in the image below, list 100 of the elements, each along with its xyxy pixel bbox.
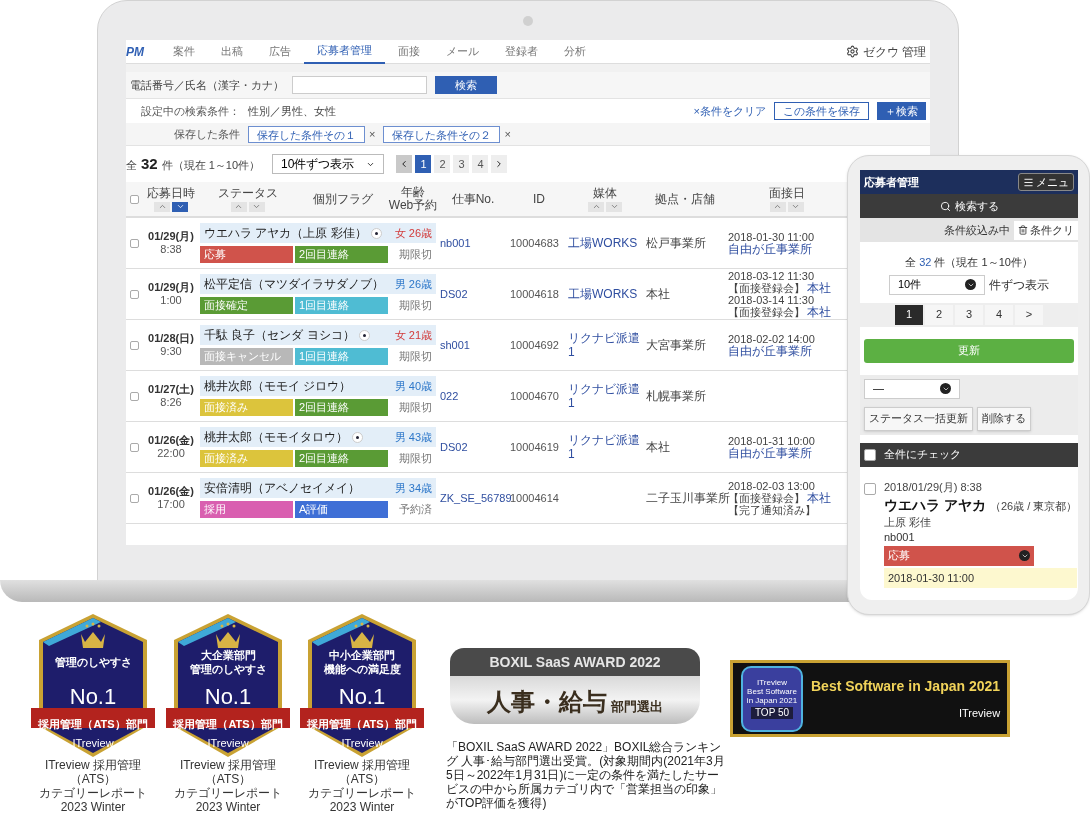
page-button[interactable]: 2: [925, 304, 953, 325]
saved-condition-chip[interactable]: 保存した条件その２: [383, 125, 501, 143]
page-button[interactable]: 3: [955, 304, 983, 325]
media-link[interactable]: 工場WORKS: [568, 287, 642, 301]
entry-name[interactable]: ウエハラ アヤカ: [884, 495, 986, 516]
applicant-name[interactable]: 桃井太郎（モモイタロウ）: [204, 428, 348, 446]
checkbox[interactable]: [129, 289, 139, 299]
column-header: 媒体: [593, 186, 617, 200]
nav-tab[interactable]: 広告: [256, 40, 304, 64]
applied-time: 1:00: [160, 294, 182, 307]
applicant-name[interactable]: 安倍清明（アベノセイメイ）: [204, 479, 360, 497]
badge-title: Best Software in Japan 2021: [745, 687, 799, 705]
clear-filter-button[interactable]: 条件クリ: [1014, 220, 1078, 240]
media-link[interactable]: リクナビ派遣1: [568, 433, 642, 461]
checkbox[interactable]: [129, 238, 139, 248]
interview-place-link[interactable]: 本社: [807, 282, 831, 294]
next-page-button[interactable]: [491, 155, 508, 173]
sort-ascending-button[interactable]: [769, 201, 786, 212]
checkbox[interactable]: [864, 448, 876, 461]
applied-time: 8:38: [160, 243, 182, 256]
sort-descending-button[interactable]: [606, 201, 622, 212]
status-tag[interactable]: A評価: [295, 501, 388, 518]
clear-conditions-link[interactable]: ×条件をクリア: [693, 102, 766, 120]
applicant-name[interactable]: 松平定信（マツダイラサダノブ）: [204, 275, 384, 293]
bulk-status-select[interactable]: —: [864, 378, 960, 399]
save-condition-button[interactable]: この条件を保存: [774, 102, 869, 120]
checkbox[interactable]: [864, 482, 876, 495]
status-tag[interactable]: 応募: [200, 246, 293, 263]
nav-tab[interactable]: 出稿: [208, 40, 256, 64]
interview-place-link[interactable]: 自由が丘事業所: [728, 345, 812, 357]
badge-title: 管理のしやすさ: [54, 655, 132, 669]
field-label: 設定中の検索条件：: [140, 103, 240, 119]
page-button[interactable]: 2: [434, 155, 451, 173]
web-reservation-status: 期限切: [398, 400, 433, 416]
page-button[interactable]: 4: [985, 304, 1013, 325]
saved-condition-chip[interactable]: 保存した条件その１: [248, 125, 365, 143]
remove-chip-button[interactable]: ×: [504, 125, 511, 143]
interview-place-link[interactable]: 本社: [807, 492, 831, 504]
nav-tab[interactable]: 登録者: [492, 40, 551, 64]
media-link[interactable]: リクナビ派遣1: [568, 331, 642, 359]
nav-tab[interactable]: 面接: [385, 40, 433, 64]
applied-date: 01/26(金): [148, 434, 194, 447]
location: 本社: [645, 439, 671, 456]
interview-place-link[interactable]: 自由が丘事業所: [728, 243, 812, 255]
bulk-action-button[interactable]: ステータス一括更新: [864, 406, 973, 431]
badge-caption: ITreview 採用管理（ATS）: [312, 758, 412, 786]
sort-ascending-button[interactable]: [154, 201, 170, 212]
search-toggle-button[interactable]: 検索する: [860, 194, 1078, 218]
bulk-action-button[interactable]: 削除する: [977, 406, 1031, 431]
add-search-button[interactable]: ＋検索: [877, 102, 926, 120]
sort-ascending-button[interactable]: [588, 201, 604, 212]
page-button[interactable]: 4: [472, 155, 489, 173]
nav-tab[interactable]: 案件: [160, 40, 208, 64]
badge-caption: ITreview 採用管理（ATS）: [43, 758, 143, 786]
job-number-link[interactable]: DS02: [436, 438, 510, 456]
settings-icon[interactable]: [845, 45, 859, 58]
sort-descending-button[interactable]: [172, 201, 188, 212]
checkbox[interactable]: [129, 442, 139, 452]
remove-chip-button[interactable]: ×: [369, 125, 376, 143]
media-link[interactable]: 工場WORKS: [568, 236, 642, 250]
location: 大宮事業所: [645, 337, 707, 354]
previous-page-button[interactable]: [396, 155, 413, 173]
job-number-link[interactable]: sh001: [436, 336, 510, 354]
search-button[interactable]: 検索: [435, 76, 497, 94]
search-input[interactable]: [292, 76, 427, 94]
page-button[interactable]: 1: [415, 155, 432, 173]
job-number-link[interactable]: ZK_SE_56789: [436, 489, 510, 507]
applicant-name[interactable]: 千駄 良子（センダ ヨシコ）: [204, 326, 355, 344]
banner-headline: Best Software in Japan 2021: [811, 676, 1001, 696]
badge-brand: ITreview: [757, 678, 787, 687]
checkbox[interactable]: [129, 340, 139, 350]
applicant-id: 10004619: [510, 439, 560, 455]
award-category: 人事・給与: [487, 688, 607, 716]
interview-place-link[interactable]: 自由が丘事業所: [728, 447, 812, 459]
badge-caption: カテゴリーレポート 2023 Winter: [307, 786, 417, 814]
checkbox[interactable]: [129, 194, 139, 204]
sort-descending-button[interactable]: [787, 201, 804, 212]
job-number-link[interactable]: DS02: [436, 285, 510, 303]
media-link[interactable]: リクナビ派遣1: [568, 382, 642, 410]
job-number-link[interactable]: nb001: [436, 234, 510, 252]
menu-button[interactable]: メニュ: [1018, 173, 1074, 191]
applicant-name[interactable]: 桃井次郎（モモイ ジロウ）: [204, 377, 352, 395]
page-button[interactable]: 1: [895, 304, 923, 325]
award-category-suffix: 部門選出: [611, 697, 663, 716]
sort-descending-button[interactable]: [248, 201, 265, 212]
field-label: 電話番号／氏名（漢字・カナ）: [130, 77, 284, 93]
applicant-name[interactable]: ウエハラ アヤカ（上原 彩佳）: [204, 224, 367, 242]
per-page-select[interactable]: 10件ずつ表示: [272, 154, 385, 174]
interview-place-link[interactable]: 本社: [807, 306, 831, 318]
nav-tab[interactable]: メール: [433, 40, 492, 64]
job-number-link[interactable]: 022: [436, 387, 510, 405]
page-button[interactable]: 3: [453, 155, 470, 173]
sort-ascending-button[interactable]: [230, 201, 247, 212]
checkbox[interactable]: [129, 493, 139, 503]
nav-tab[interactable]: 分析: [551, 40, 599, 64]
per-page-select[interactable]: 10件: [889, 274, 985, 295]
status-select[interactable]: 応募: [884, 545, 1034, 566]
gender-age: 男 34歳: [390, 478, 436, 498]
page-button[interactable]: >: [1015, 304, 1043, 325]
checkbox[interactable]: [129, 391, 139, 401]
